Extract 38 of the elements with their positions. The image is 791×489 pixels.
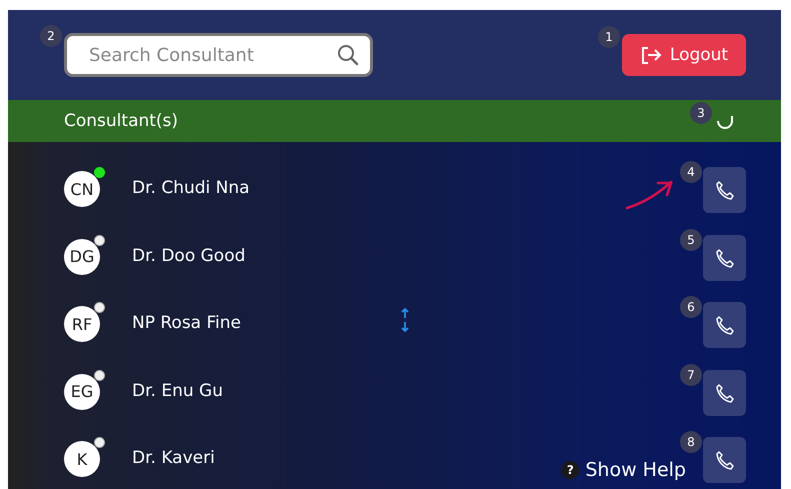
avatar: EG (64, 374, 100, 410)
step-badge: 4 (680, 161, 702, 183)
consultant-name: Dr. Doo Good (132, 246, 246, 266)
pointer-arrow-drawing (625, 179, 675, 211)
phone-icon (714, 179, 736, 201)
search-field[interactable]: Search Consultant (64, 33, 373, 77)
logout-icon (640, 44, 662, 66)
step-badge: 1 (598, 26, 620, 48)
avatar: DG (64, 238, 100, 274)
call-button[interactable] (703, 302, 746, 348)
step-badge: 2 (40, 25, 62, 47)
section-title: Consultant(s) (64, 111, 178, 131)
consultant-name: Dr. Chudi Nna (132, 178, 250, 198)
consultant-name: Dr. Enu Gu (132, 380, 223, 400)
step-badge: 7 (680, 364, 702, 386)
step-badge: 8 (680, 431, 702, 453)
logout-button[interactable]: Logout (622, 34, 746, 76)
phone-icon (714, 314, 736, 336)
show-help-label: Show Help (585, 459, 686, 481)
call-button[interactable] (703, 370, 746, 416)
phone-icon (714, 246, 736, 268)
call-button[interactable] (703, 234, 746, 280)
call-button[interactable] (703, 167, 746, 213)
search-icon (337, 44, 359, 66)
show-help-button[interactable]: ? Show Help (561, 459, 686, 481)
call-button[interactable] (703, 437, 746, 483)
step-badge: 6 (680, 296, 702, 318)
consultant-name: Dr. Kaveri (132, 448, 215, 468)
help-icon: ? (561, 461, 580, 479)
phone-icon (714, 449, 736, 471)
avatar: K (64, 441, 100, 477)
consultant-name: NP Rosa Fine (132, 313, 241, 333)
phone-icon (714, 382, 736, 404)
avatar: RF (64, 306, 100, 342)
step-badge: 3 (690, 102, 712, 124)
up-down-arrows-icon (401, 308, 409, 332)
avatar: CN (64, 171, 100, 207)
step-badge: 5 (680, 228, 702, 250)
